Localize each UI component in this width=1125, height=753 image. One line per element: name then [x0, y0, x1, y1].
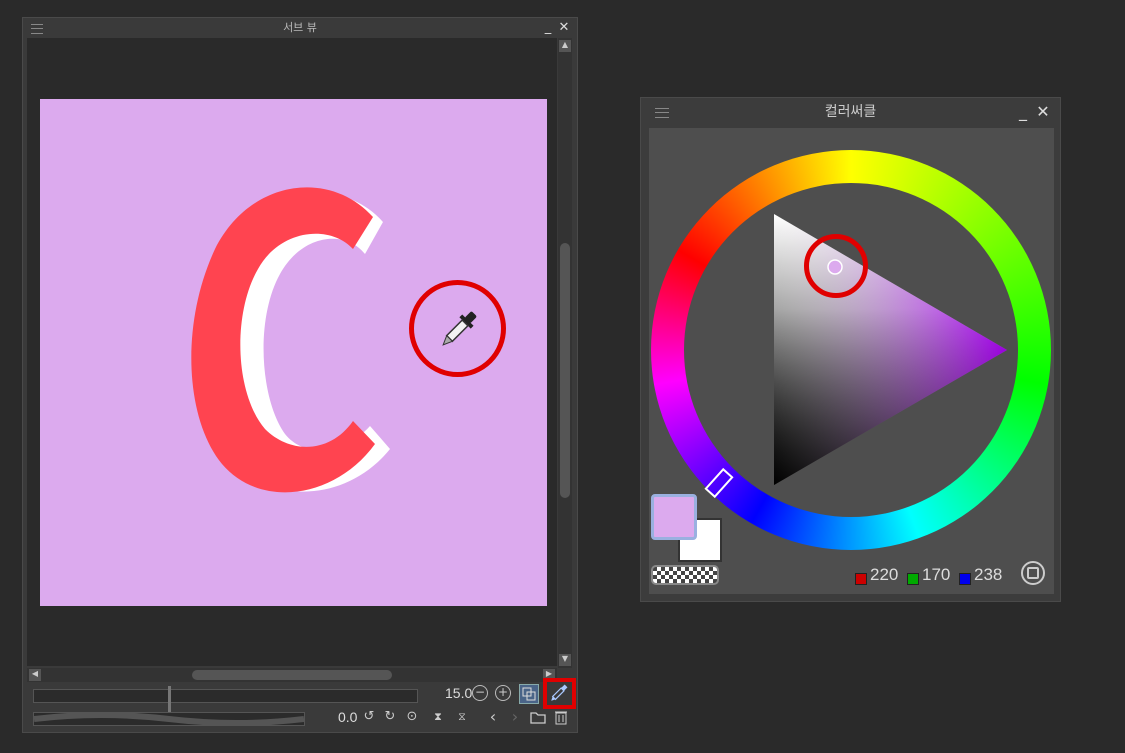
rotation-slider[interactable]	[33, 712, 305, 726]
b-swatch	[959, 573, 971, 585]
fit-view-icon[interactable]	[519, 684, 539, 704]
vertical-scrollbar[interactable]: ▲ ▼	[558, 38, 572, 668]
close-icon[interactable]: ✕	[557, 21, 571, 35]
sub-view-area	[27, 38, 557, 666]
panel-title: 서브 뷰	[283, 21, 317, 34]
open-folder-icon[interactable]	[529, 708, 547, 726]
color-mode-toggle-icon[interactable]	[1021, 561, 1045, 585]
marker-highlight-ring	[804, 234, 868, 298]
eyedropper-button[interactable]	[543, 678, 576, 709]
rotate-left-icon[interactable]: ↺	[360, 708, 378, 726]
zoom-slider[interactable]	[33, 686, 418, 726]
rotation-slider-wave	[34, 713, 304, 725]
next-image-icon[interactable]: ›	[506, 708, 524, 726]
reset-rotation-icon[interactable]: ⊙	[403, 708, 421, 726]
r-value: 220	[870, 565, 899, 584]
r-swatch	[855, 573, 867, 585]
scroll-down-button[interactable]: ▼	[559, 654, 571, 666]
main-color-swatch[interactable]	[651, 494, 697, 540]
minimize-icon[interactable]: _	[1016, 104, 1030, 120]
color-circle-titlebar: 컬러써클 _ ✕	[641, 98, 1060, 126]
scroll-up-button[interactable]: ▲	[559, 40, 571, 52]
horizontal-scroll-thumb[interactable]	[192, 670, 392, 680]
rotation-value[interactable]: 0.0	[338, 709, 357, 725]
zoom-out-icon[interactable]: −	[472, 685, 488, 701]
color-circle-panel: 컬러써클 _ ✕ 220 170 238	[640, 97, 1061, 602]
sub-view-titlebar: 서브 뷰 _ ✕	[23, 18, 577, 38]
minimize-icon[interactable]: _	[541, 21, 555, 35]
horizontal-scrollbar[interactable]: ◀ ▶	[27, 668, 557, 682]
close-icon[interactable]: ✕	[1036, 104, 1050, 120]
panel-title: 컬러써클	[824, 104, 877, 120]
b-value: 238	[974, 565, 1003, 584]
transparent-color-swatch[interactable]	[651, 565, 719, 585]
g-value: 170	[922, 565, 951, 584]
hue-marker[interactable]	[704, 467, 734, 499]
rotate-right-icon[interactable]: ↻	[381, 708, 399, 726]
color-circle-body: 220 170 238	[649, 128, 1054, 594]
zoom-in-icon[interactable]: +	[495, 685, 511, 701]
scroll-left-button[interactable]: ◀	[29, 669, 41, 681]
g-swatch	[907, 573, 919, 585]
flip-vertical-icon[interactable]: ⧖	[453, 708, 471, 726]
delete-image-icon[interactable]	[552, 708, 570, 726]
vertical-scroll-thumb[interactable]	[560, 243, 570, 498]
cursor-highlight-ring	[409, 280, 506, 377]
eyedropper-icon	[551, 684, 568, 701]
flip-horizontal-icon[interactable]: ⧗	[429, 708, 447, 726]
zoom-value[interactable]: 15.0	[445, 685, 472, 701]
sub-view-panel: 서브 뷰 _ ✕ ▲ ▼ ◀ ▶ 15.0 − + 0.0 ↺ ↻ ⊙ ⧗ ⧖ …	[22, 17, 578, 733]
previous-image-icon[interactable]: ‹	[484, 708, 502, 726]
